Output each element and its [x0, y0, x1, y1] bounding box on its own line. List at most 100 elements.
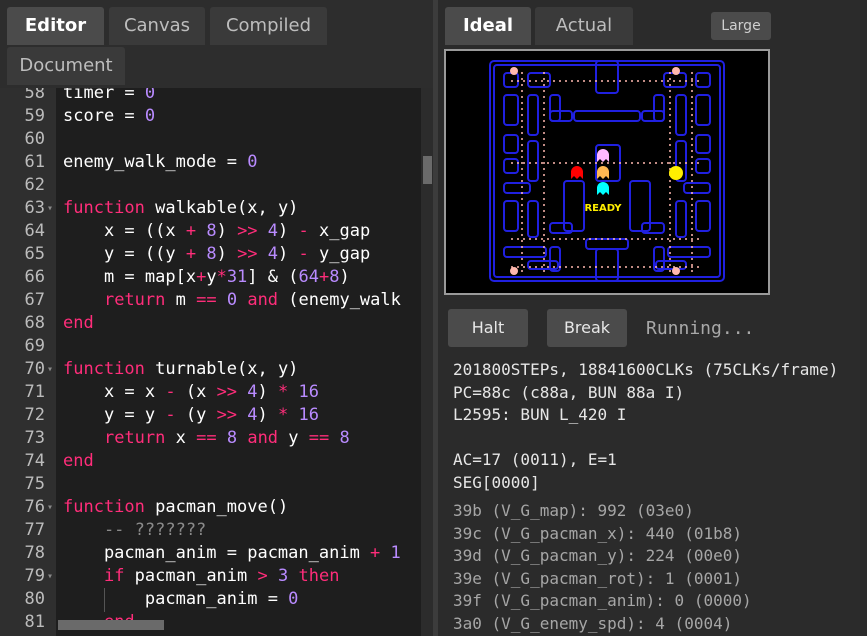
code-line[interactable]: x = ((x + 8) >> 4) - x_gap	[63, 220, 370, 243]
power-pellet	[672, 67, 680, 75]
pellet	[691, 80, 693, 82]
pellet	[559, 238, 561, 240]
maze-wall	[527, 200, 539, 238]
pellet	[643, 238, 645, 240]
code-line[interactable]: timer = 0	[63, 88, 155, 105]
break-button[interactable]: Break	[547, 309, 627, 347]
tab-document[interactable]: Document	[7, 47, 125, 85]
code-line[interactable]: return x == 8 and y == 8	[63, 427, 350, 450]
pinky-ghost	[597, 149, 609, 162]
code-line[interactable]: x = x - (x >> 4) * 16	[63, 381, 319, 404]
code-token: -	[298, 244, 309, 264]
horizontal-scroll-thumb[interactable]	[58, 620, 164, 630]
pellet	[669, 150, 671, 152]
pellet	[679, 162, 681, 164]
code-line[interactable]: enemy_walk_mode = 0	[63, 151, 257, 174]
code-line[interactable]: y = y - (y >> 4) * 16	[63, 404, 319, 427]
pellet	[521, 144, 523, 146]
game-screen[interactable]: READY	[444, 49, 770, 295]
tab-ideal[interactable]: Ideal	[445, 7, 531, 45]
tab-editor[interactable]: Editor	[7, 7, 104, 45]
code-line[interactable]: end	[63, 312, 94, 335]
pellet	[691, 102, 693, 104]
pellet	[691, 192, 693, 194]
code-line[interactable]: pacman_anim = 0	[63, 588, 299, 611]
pellet	[559, 162, 561, 164]
maze-wall	[695, 200, 711, 232]
code-line[interactable]: end	[63, 450, 94, 473]
code-line[interactable]: function turnable(x, y)	[63, 358, 298, 381]
vertical-scroll-thumb[interactable]	[423, 156, 432, 184]
pellet	[521, 168, 523, 170]
pellet	[691, 96, 693, 98]
line-number: 69	[24, 336, 45, 356]
pellet	[543, 258, 545, 260]
code-editor[interactable]: 58 59 60 61 62 63 ▾ 64 65 66 67 68 69 70 ▾ 71 72 73 74 75 76…	[0, 88, 433, 636]
tab-compiled[interactable]: Compiled	[210, 7, 327, 45]
code-line[interactable]: m = map[x+y*31] & (64+8)	[63, 266, 350, 289]
large-button[interactable]: Large	[711, 12, 771, 40]
code-line[interactable]: pacman_anim = pacman_anim + 1	[63, 542, 401, 565]
code-line[interactable]: function walkable(x, y)	[63, 197, 298, 220]
pellet	[529, 266, 531, 268]
code-token: )	[216, 244, 238, 264]
pellet	[601, 162, 603, 164]
code-token: timer =	[63, 88, 145, 103]
code-token: -- ???????	[63, 520, 207, 540]
pellet	[619, 80, 621, 82]
pellet	[583, 238, 585, 240]
pellet	[637, 162, 639, 164]
memory-row: 39d (V_G_pacman_y): 224 (00e0)	[453, 546, 742, 565]
pellet	[669, 120, 671, 122]
code-token: pacman_anim = pacman_anim	[63, 543, 371, 563]
memory-row: 39f (V_G_pacman_anim): 0 (0000)	[453, 591, 752, 610]
pellet	[543, 192, 545, 194]
memory-row: 39c (V_G_pacman_x): 440 (01b8)	[453, 523, 742, 543]
pellet	[583, 80, 585, 82]
halt-button[interactable]: Halt	[448, 309, 528, 347]
maze-wall	[503, 72, 519, 88]
pellet	[655, 238, 657, 240]
pellet	[669, 72, 671, 74]
pellet	[643, 266, 645, 268]
tab-actual[interactable]: Actual	[535, 7, 633, 45]
pellet	[601, 80, 603, 82]
line-number: 63	[24, 198, 45, 218]
pellet	[679, 238, 681, 240]
code-token: enemy_walk_mode =	[63, 152, 248, 172]
pellet	[679, 80, 681, 82]
pellet	[571, 266, 573, 268]
maze-wall	[573, 110, 641, 122]
code-line[interactable]: return m == 0 and (enemy_walk	[63, 289, 401, 312]
code-line[interactable]: function pacman_move()	[63, 496, 288, 519]
pellet	[589, 80, 591, 82]
line-number: 66	[24, 267, 45, 287]
pellet	[697, 266, 699, 268]
tab-canvas[interactable]: Canvas	[109, 7, 205, 45]
code-line[interactable]: y = ((y + 8) >> 4) - y_gap	[63, 243, 370, 266]
code-token: *	[278, 405, 289, 425]
code-area[interactable]: timer = 0 score = 0 enemy_walk_mode = 0 fun…	[56, 88, 421, 636]
pellet	[619, 266, 621, 268]
code-token: (enemy_walk	[278, 290, 401, 310]
code-line[interactable]: score = 0	[63, 105, 155, 128]
line-number: 62	[24, 175, 45, 195]
code-token: 0	[144, 106, 156, 126]
pellet	[625, 238, 627, 240]
pellet	[669, 108, 671, 110]
code-line[interactable]: -- ???????	[63, 519, 206, 542]
pellet	[521, 222, 523, 224]
pellet	[517, 80, 519, 82]
pellet	[669, 222, 671, 224]
pellet	[521, 192, 523, 194]
pellet	[669, 102, 671, 104]
line-number: 72	[24, 405, 45, 425]
pellet	[691, 216, 693, 218]
pellet	[607, 266, 609, 268]
code-line[interactable]: if pacman_anim > 3 then	[63, 565, 340, 588]
